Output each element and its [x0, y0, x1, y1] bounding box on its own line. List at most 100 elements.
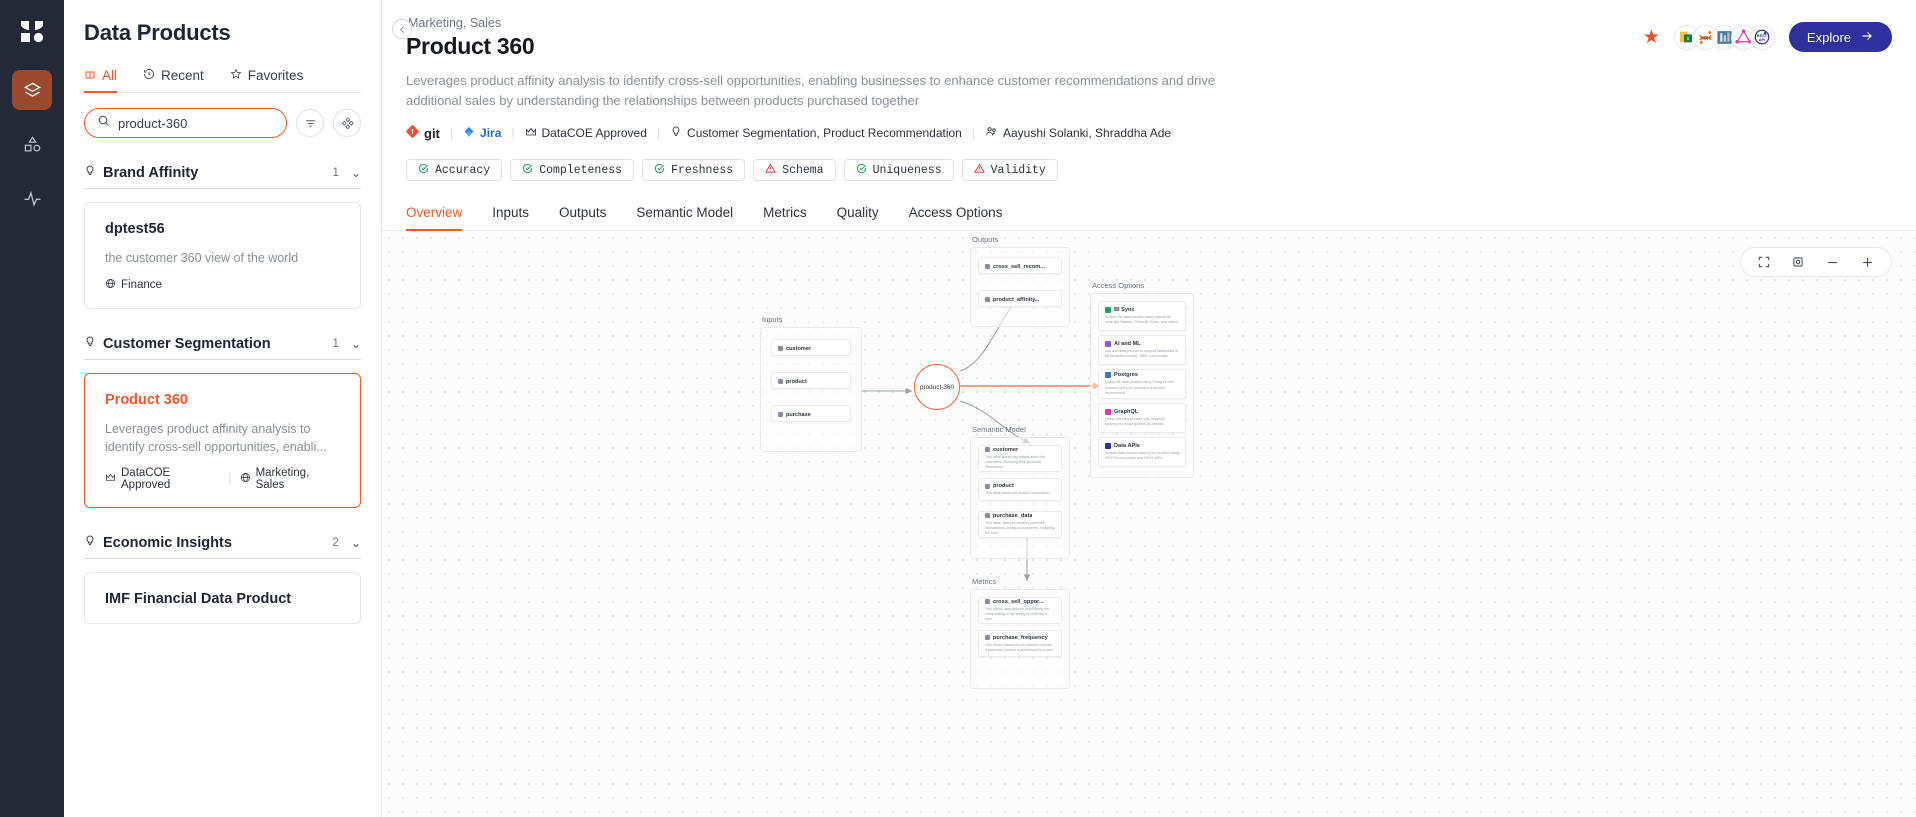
data-products-panel: Data Products All Recent Favorites produ…	[64, 0, 382, 817]
quality-label: Uniqueness	[872, 163, 942, 177]
card-description: Leverages product affinity analysis to i…	[105, 422, 327, 454]
bi-sync-icon	[1105, 307, 1111, 314]
fit-view-icon[interactable]	[1791, 255, 1805, 269]
quality-chip-freshness[interactable]: Freshness	[642, 159, 746, 182]
warning-triangle-icon	[973, 163, 985, 178]
node-access-graphql[interactable]: GraphQL Query this data product with Gra…	[1098, 403, 1186, 434]
bulb-icon	[84, 335, 96, 353]
tab-metrics[interactable]: Metrics	[763, 205, 807, 230]
data-apis-icon	[1105, 443, 1111, 450]
card-meta: Finance	[105, 278, 340, 292]
favorite-button[interactable]: ★	[1643, 26, 1660, 49]
sidebar-item-monitors[interactable]	[12, 178, 52, 218]
chevron-down-icon[interactable]: ⌄	[351, 337, 361, 351]
group-name: Economic Insights	[103, 534, 232, 551]
back-button[interactable]	[392, 19, 412, 39]
zoom-in-icon[interactable]	[1860, 255, 1875, 270]
svg-text:jupyt: jupyt	[1700, 35, 1711, 40]
tab-access-options[interactable]: Access Options	[909, 205, 1003, 230]
zoom-out-icon[interactable]	[1825, 255, 1840, 270]
layout-button[interactable]	[333, 109, 361, 137]
tab-favorites[interactable]: Favorites	[230, 68, 304, 92]
node-output-product-affinity[interactable]: product_affinity...	[978, 290, 1062, 308]
filter-button[interactable]	[296, 109, 324, 137]
rest-api-icon[interactable]: REST API	[1749, 24, 1775, 50]
chevron-down-icon[interactable]: ⌄	[351, 536, 361, 550]
quality-label: Validity	[990, 163, 1046, 177]
group-economic-insights: Economic Insights 2 ⌄ IMF Financial Data…	[84, 534, 361, 624]
search-input[interactable]	[118, 115, 274, 131]
check-circle-icon	[418, 163, 429, 178]
card-title: IMF Financial Data Product	[105, 590, 292, 607]
crown-icon	[105, 472, 116, 486]
group-header[interactable]: Brand Affinity 1 ⌄	[84, 164, 361, 189]
product-meta-row: git | Jira | DataCOE Approved | Customer…	[406, 125, 1892, 141]
node-input-purchase[interactable]: purchase	[771, 405, 851, 423]
jira-link[interactable]: Jira	[463, 126, 501, 141]
approval-item: DataCOE Approved	[525, 126, 647, 141]
product-card-imf[interactable]: IMF Financial Data Product	[84, 571, 361, 624]
node-metric-purchase-frequency[interactable]: purchase_frequency This metric measures …	[978, 630, 1062, 658]
node-sm-customer[interactable]: customer This table stores key details a…	[978, 445, 1062, 473]
search-icon	[97, 114, 110, 132]
node-access-bi-sync[interactable]: BI Sync Access the data product using po…	[1098, 301, 1186, 332]
tab-overview[interactable]: Overview	[406, 205, 463, 232]
tab-all-label: All	[102, 68, 118, 83]
panel-tabs: All Recent Favorites	[84, 68, 361, 93]
node-input-product[interactable]: product	[771, 372, 851, 390]
node-output-cross-sell[interactable]: cross_sell_recom...	[978, 257, 1062, 275]
check-circle-icon	[522, 163, 533, 178]
sidebar-item-data-products[interactable]	[12, 70, 52, 110]
sidebar-item-catalog[interactable]	[12, 124, 52, 164]
tab-all[interactable]: All	[84, 68, 118, 93]
search-box[interactable]	[84, 108, 287, 138]
quality-label: Completeness	[539, 163, 623, 177]
arrow-right-icon	[1860, 29, 1874, 46]
quality-chip-schema[interactable]: Schema	[753, 159, 836, 182]
page-title: Data Products	[84, 20, 231, 45]
chevron-down-icon[interactable]: ⌄	[351, 166, 361, 180]
node-product-360[interactable]: product-360	[914, 364, 960, 411]
jira-label: Jira	[480, 126, 502, 141]
node-sm-product[interactable]: product This table stores the product in…	[978, 478, 1062, 502]
git-link[interactable]: git	[406, 125, 440, 141]
globe-icon	[240, 472, 251, 486]
tab-inputs[interactable]: Inputs	[492, 205, 529, 230]
node-description: Query this data product with GraphQL, ta…	[1105, 417, 1167, 427]
node-description: This table stores key details about the …	[985, 454, 1046, 470]
group-brand-affinity: Brand Affinity 1 ⌄ dptest56 the customer…	[84, 164, 361, 310]
node-access-ai-ml[interactable]: AI and ML Use this data product to suppo…	[1098, 335, 1186, 366]
box-icon	[84, 68, 96, 83]
tab-semantic-model[interactable]: Semantic Model	[636, 205, 733, 230]
tab-recent[interactable]: Recent	[143, 68, 204, 92]
product-card-product-360[interactable]: Product 360 Leverages product affinity a…	[84, 373, 361, 508]
tab-quality[interactable]: Quality	[837, 205, 879, 230]
node-access-postgres[interactable]: Postgres Query the data product using Po…	[1098, 369, 1186, 400]
lineage-canvas[interactable]: Inputs customer product purchase product…	[382, 231, 1916, 817]
approval-label: DataCOE Approved	[541, 126, 647, 141]
group-header[interactable]: Economic Insights 2 ⌄	[84, 534, 361, 559]
node-label: purchase_data	[993, 512, 1033, 519]
nav-tabs: Overview Inputs Outputs Semantic Model M…	[382, 205, 1916, 232]
node-access-data-apis[interactable]: Data APIs Access data product data by th…	[1098, 437, 1186, 468]
card-description: the customer 360 view of the world	[105, 251, 299, 265]
quality-chip-completeness[interactable]: Completeness	[510, 159, 635, 182]
explore-button[interactable]: Explore	[1788, 22, 1892, 52]
group-count: 1	[332, 338, 339, 351]
quality-chip-accuracy[interactable]: Accuracy	[406, 159, 503, 182]
product-card-dptest56[interactable]: dptest56 the customer 360 view of the wo…	[84, 202, 361, 310]
table-icon	[778, 412, 783, 418]
group-header[interactable]: Customer Segmentation 1 ⌄	[84, 335, 361, 361]
tab-outputs[interactable]: Outputs	[559, 205, 606, 230]
quality-chip-validity[interactable]: Validity	[961, 159, 1058, 182]
node-label: cross_sell_recom...	[993, 263, 1045, 270]
group-label: Inputs	[762, 315, 783, 325]
tab-favorites-label: Favorites	[247, 68, 304, 83]
center-node-label: product-360	[919, 383, 955, 391]
node-metric-cross-sell-opportunity[interactable]: cross_sell_oppor... This metric uses dat…	[978, 597, 1062, 625]
node-sm-purchase-data[interactable]: purchase_data This table captures detail…	[978, 511, 1062, 539]
fullscreen-icon[interactable]	[1757, 255, 1771, 269]
quality-chip-uniqueness[interactable]: Uniqueness	[843, 159, 954, 182]
domain-label: Finance	[121, 279, 162, 292]
node-input-customer[interactable]: customer	[771, 339, 851, 357]
